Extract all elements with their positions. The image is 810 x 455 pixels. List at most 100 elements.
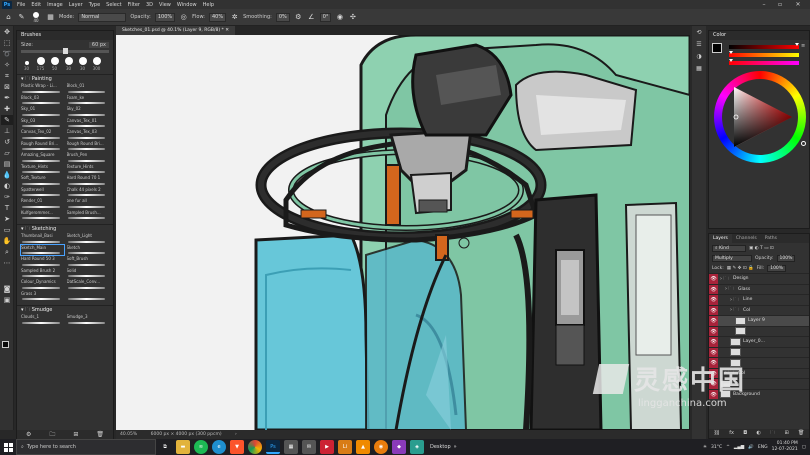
color-panel-tab[interactable]: Color	[709, 31, 809, 40]
brush-preset-item[interactable]: Canvas_Tex_01	[67, 118, 110, 129]
brush-size-field[interactable]: 60 px	[88, 42, 109, 48]
tab-layers[interactable]: Layers	[709, 234, 732, 243]
rectangle-tool-icon[interactable]: ▭	[1, 225, 13, 235]
layer-row[interactable]: 👁 Layer 9	[709, 315, 809, 326]
brush-group-painting[interactable]: ▾ 🗀 Painting	[17, 74, 113, 82]
smoothing-settings-icon[interactable]: ⚙	[294, 13, 303, 22]
task-view-icon[interactable]: ⧉	[158, 440, 172, 454]
red-slider[interactable]	[729, 43, 799, 49]
brush-preset-item[interactable]: Texture_Hints	[21, 164, 64, 175]
mode-select[interactable]: Normal	[78, 12, 127, 22]
brush-preset-item[interactable]: Block_01	[67, 83, 110, 94]
menu-view[interactable]: View	[156, 2, 174, 8]
tab-paths[interactable]: Paths	[761, 234, 781, 243]
brush-size-slider[interactable]	[21, 48, 109, 54]
minimize-icon[interactable]: –	[758, 0, 770, 9]
visibility-eye-icon[interactable]: 👁	[709, 284, 718, 294]
app2-icon[interactable]: ◈	[410, 440, 424, 454]
healing-tool-icon[interactable]: ✚	[1, 104, 13, 114]
brush-preset-item[interactable]: Rough Round Bri...	[21, 141, 64, 152]
calendar-icon[interactable]: ▦	[284, 440, 298, 454]
green-slider[interactable]	[729, 51, 799, 57]
brush-preset-item[interactable]: Texture_Hints	[67, 164, 110, 175]
opacity-field[interactable]: 100%	[154, 12, 176, 22]
vlc-icon[interactable]: ▲	[356, 440, 370, 454]
brave-icon[interactable]: ▼	[230, 440, 244, 454]
close-tab-icon[interactable]: ✕	[225, 28, 229, 33]
menu-3d[interactable]: 3D	[143, 2, 156, 8]
brush-preset-item[interactable]: one fur all	[67, 198, 110, 209]
preset-brush[interactable]: 50	[49, 57, 60, 71]
menu-image[interactable]: Image	[44, 2, 66, 8]
brush-preset-item[interactable]: DatScale_Conv...	[67, 279, 110, 290]
zoom-level[interactable]: 40.05%	[120, 432, 137, 437]
more-tools-icon[interactable]: ⋯	[1, 258, 13, 268]
weather-temp[interactable]: 31°C	[711, 445, 722, 450]
move-tool-icon[interactable]: ✥	[1, 27, 13, 37]
brush-preset-item[interactable]: Smudge_3	[67, 314, 110, 325]
history-icon[interactable]: ⟲	[693, 28, 705, 38]
blender-icon[interactable]: ◉	[374, 440, 388, 454]
pressure-opacity-icon[interactable]: ◎	[179, 13, 188, 22]
adjustments-icon[interactable]: ◑	[693, 52, 705, 62]
angle-field[interactable]: 0°	[319, 12, 332, 22]
document-tab[interactable]: Sketches_01.psd @ 40.1% (Layer 9, RGB/8)…	[116, 26, 236, 35]
brush-preset-item[interactable]: Render_01	[21, 198, 64, 209]
brush-preset-item[interactable]: Sampled Brush 2	[21, 268, 64, 279]
path-select-tool-icon[interactable]: ➤	[1, 214, 13, 224]
swatches-icon[interactable]: ▦	[693, 64, 705, 74]
brush-preset-item[interactable]: Foam_ke	[67, 95, 110, 106]
brush-preset-item[interactable]: Sketch	[67, 245, 110, 256]
visibility-eye-icon[interactable]: 👁	[709, 326, 718, 336]
blend-mode-select[interactable]: Multiply	[712, 254, 752, 262]
brush-preset-item[interactable]: Hard Round 70 1	[67, 175, 110, 186]
layer-group-row[interactable]: 👁 › 🗀 Line	[709, 294, 809, 305]
brush-preset-item[interactable]: Sketch_Main	[20, 243, 65, 256]
tab-channels[interactable]: Channels	[732, 234, 761, 243]
brush-preset-item[interactable]: Amazing_Square	[21, 152, 64, 163]
menu-type[interactable]: Type	[86, 2, 103, 8]
brush-preset-item[interactable]: Plastic Wrap - Li...	[21, 83, 64, 94]
filter-icons[interactable]: ▣ ◐ T ▭ ⊡	[749, 246, 774, 251]
brush-preset-picker[interactable]: 40	[30, 11, 42, 23]
fg-color-chip[interactable]	[712, 43, 722, 53]
brush-preset-item[interactable]: Brush_Pen	[67, 152, 110, 163]
home-icon[interactable]: ⌂	[4, 13, 13, 22]
tray-chevron-icon[interactable]: ^	[726, 445, 730, 450]
trash-icon[interactable]: 🗑	[96, 430, 104, 439]
flow-field[interactable]: 40%	[209, 12, 227, 22]
preset-brush[interactable]: 30	[77, 57, 88, 71]
zoom-tool-icon[interactable]: ⌕	[1, 247, 13, 257]
brush-preset-item[interactable]	[67, 291, 110, 302]
kind-filter-select[interactable]: ⌕ Kind	[712, 244, 746, 252]
layer-group-row[interactable]: 👁 › 🗀 Col	[709, 304, 809, 315]
layer-group-row[interactable]: 👁 › 🗀 Glass	[709, 283, 809, 294]
hue-indicator[interactable]	[801, 141, 806, 146]
photoshop-taskbar-icon[interactable]: Ps	[266, 440, 280, 454]
brush-preset-item[interactable]: Clouds_1	[21, 314, 64, 325]
preset-brush[interactable]: 30	[63, 57, 74, 71]
menu-layer[interactable]: Layer	[66, 2, 86, 8]
volume-icon[interactable]: 🔊	[748, 445, 754, 450]
network-icon[interactable]: ▂▄▆	[734, 445, 744, 450]
layer-row[interactable]: 👁 Layer_0...	[709, 336, 809, 347]
chevron-right-icon[interactable]: »	[454, 444, 457, 450]
preset-brush[interactable]: 175	[35, 57, 46, 71]
layer-row[interactable]: 👁	[709, 346, 809, 357]
visibility-eye-icon[interactable]: 👁	[709, 295, 718, 305]
menu-help[interactable]: Help	[200, 2, 217, 8]
brush-preset-item[interactable]: Block_03	[21, 95, 64, 106]
layer-opacity-field[interactable]: 100%	[776, 254, 796, 262]
preset-brush[interactable]: 300	[91, 57, 102, 71]
brush-preset-item[interactable]: Rough Round Bri...	[67, 141, 110, 152]
marquee-tool-icon[interactable]: ⬚	[1, 38, 13, 48]
panel-menu-icon[interactable]: ≡	[801, 43, 805, 49]
eyedropper-tool-icon[interactable]: ✒	[1, 93, 13, 103]
visibility-eye-icon[interactable]: 👁	[709, 274, 718, 284]
preset-brush[interactable]: 30	[21, 61, 32, 71]
layer-row[interactable]: 👁	[709, 325, 809, 336]
frame-tool-icon[interactable]: ⊠	[1, 82, 13, 92]
symmetry-icon[interactable]: ✣	[348, 13, 357, 22]
eraser-tool-icon[interactable]: ▱	[1, 148, 13, 158]
brush-settings-icon[interactable]: ⚙	[26, 430, 31, 439]
